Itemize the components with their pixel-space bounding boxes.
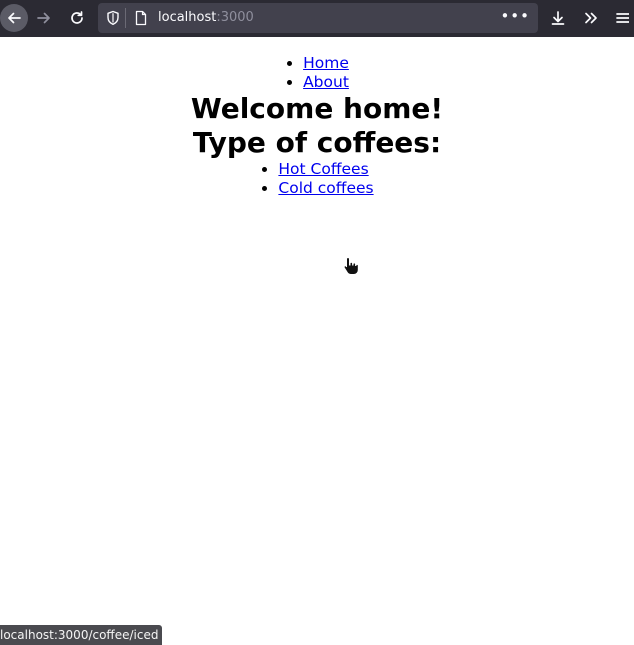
hamburger-icon bbox=[615, 13, 629, 23]
nav-item-home: Home bbox=[303, 54, 349, 73]
welcome-heading: Welcome home! bbox=[190, 92, 444, 125]
reload-icon bbox=[71, 11, 83, 24]
hand-pointer-icon bbox=[343, 256, 359, 275]
home-link[interactable]: Home bbox=[303, 54, 349, 72]
overflow-button[interactable] bbox=[577, 4, 605, 32]
shield-icon[interactable] bbox=[106, 10, 120, 26]
browser-toolbar: localhost:3000 ••• bbox=[0, 0, 634, 37]
status-bar: localhost:3000/coffee/iced bbox=[0, 625, 163, 645]
about-link[interactable]: About bbox=[303, 73, 349, 91]
coffee-types-heading: Type of coffees: bbox=[192, 126, 442, 159]
page-actions-icon[interactable]: ••• bbox=[500, 7, 530, 25]
nav-item-about: About bbox=[303, 73, 349, 92]
url-text[interactable]: localhost:3000 bbox=[158, 10, 254, 25]
back-button[interactable] bbox=[0, 4, 28, 32]
coffee-item-cold: Cold coffees bbox=[278, 179, 373, 198]
page-content: Home About Welcome home! Type of coffees… bbox=[0, 37, 634, 198]
hot-coffees-link[interactable]: Hot Coffees bbox=[278, 160, 368, 178]
forward-button[interactable] bbox=[30, 4, 58, 32]
reload-button[interactable] bbox=[63, 4, 91, 32]
url-host: localhost bbox=[158, 10, 217, 25]
chevron-double-right-icon bbox=[585, 12, 597, 24]
cold-coffees-link[interactable]: Cold coffees bbox=[278, 179, 373, 197]
coffee-list: Hot Coffees Cold coffees bbox=[260, 160, 373, 198]
downloads-button[interactable] bbox=[544, 4, 572, 32]
page-icon[interactable] bbox=[134, 10, 148, 26]
nav-list: Home About bbox=[285, 54, 349, 92]
arrow-left-icon bbox=[8, 12, 21, 24]
arrow-right-icon bbox=[37, 12, 50, 24]
menu-button[interactable] bbox=[609, 4, 634, 32]
coffee-item-hot: Hot Coffees bbox=[278, 160, 373, 179]
url-port: :3000 bbox=[216, 10, 254, 25]
url-separator bbox=[125, 8, 126, 28]
url-bar[interactable]: localhost:3000 ••• bbox=[98, 3, 538, 33]
download-icon bbox=[551, 11, 565, 25]
